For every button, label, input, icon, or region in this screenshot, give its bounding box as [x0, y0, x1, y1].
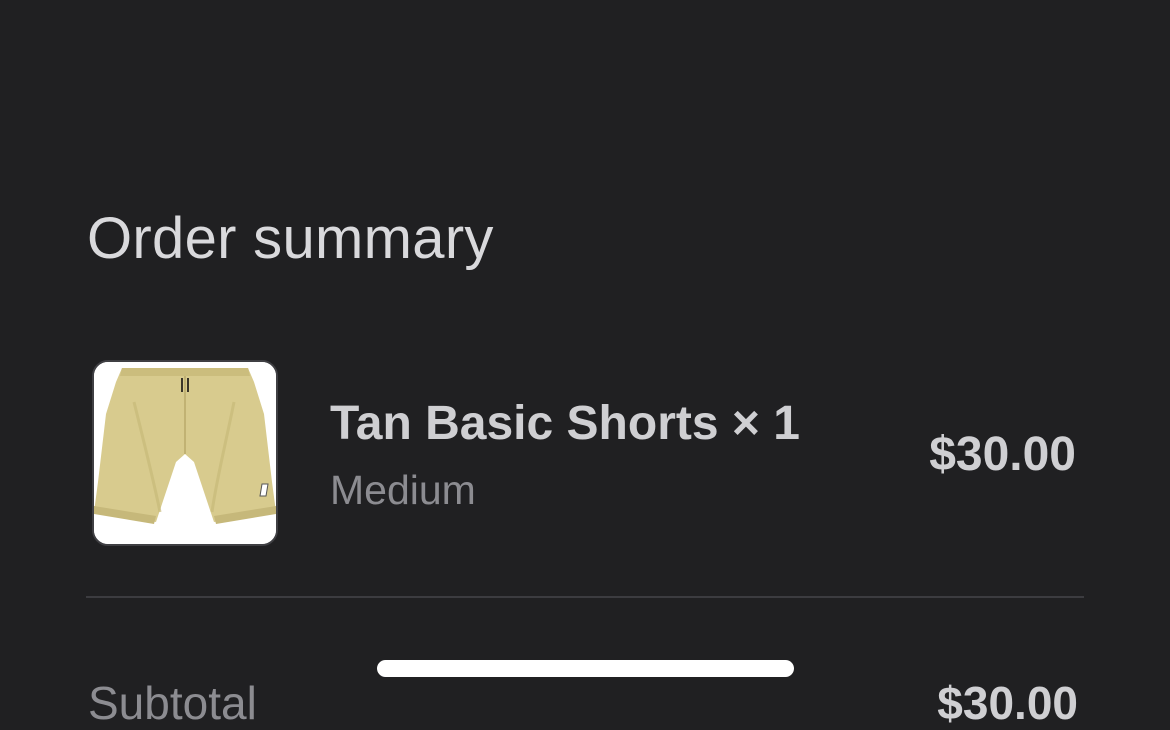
tan-shorts-image: [94, 362, 276, 544]
subtotal-label: Subtotal: [88, 677, 257, 729]
home-indicator[interactable]: [377, 660, 794, 677]
subtotal-value: $30.00: [937, 677, 1078, 729]
order-line-item: Tan Basic Shorts × 1 Medium $30.00: [0, 0, 1170, 600]
product-thumbnail: [92, 360, 278, 546]
summary-divider: [86, 596, 1084, 598]
product-price: $30.00: [929, 428, 1076, 481]
product-name: Tan Basic Shorts × 1: [330, 397, 800, 450]
product-variant: Medium: [330, 467, 476, 513]
